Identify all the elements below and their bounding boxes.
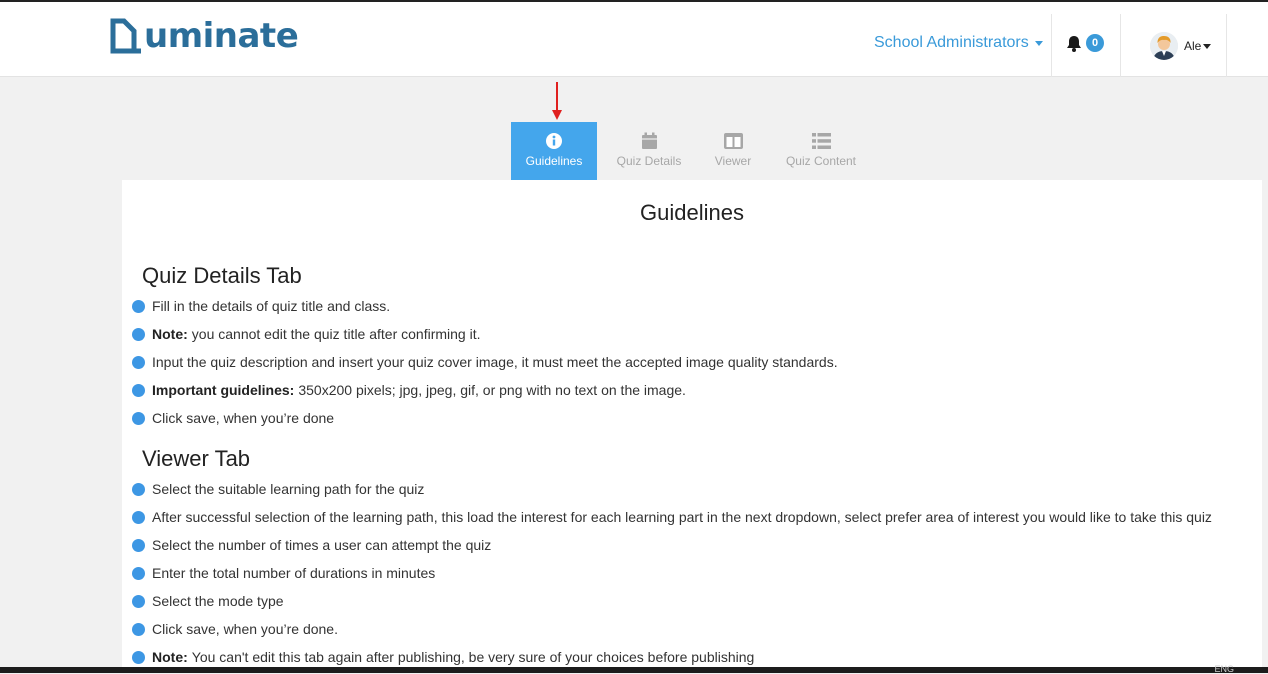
bullet-dot (132, 538, 145, 552)
tab-quiz-details[interactable]: Quiz Details (597, 122, 701, 180)
list-item: Click save, when you’re done (132, 404, 838, 432)
list-item-text: Select the number of times a user can at… (152, 537, 492, 553)
list-item: Important guidelines: 350x200 pixels; jpg… (132, 376, 838, 404)
role-dropdown-label: School Administrators (874, 34, 1029, 51)
user-menu[interactable]: Ale (1150, 32, 1212, 60)
list-item-text: 350x200 pixels; jpg, jpeg, gif, or png w… (298, 382, 686, 398)
list-item-text: you cannot edit the quiz title after con… (191, 326, 481, 342)
red-arrow-annotation (552, 82, 562, 120)
notifications-button[interactable]: 0 (1066, 34, 1104, 52)
list-item-text: Select the mode type (152, 593, 284, 609)
tab-guidelines[interactable]: Guidelines (511, 122, 597, 180)
list-item: Select the suitable learning path for th… (132, 475, 1212, 503)
list-item-emphasis: Note: (152, 326, 188, 342)
tab-label: Quiz Content (785, 154, 857, 168)
bullet-dot (132, 482, 145, 496)
list-item: Select the number of times a user can at… (132, 531, 1212, 559)
list-item: Enter the total number of durations in m… (132, 559, 1212, 587)
section-title-quiz-details: Quiz Details Tab (142, 263, 302, 288)
list-item-text: Fill in the details of quiz title and cl… (152, 298, 391, 314)
tab-viewer[interactable]: Viewer (701, 122, 765, 180)
viewer-list: Select the suitable learning path for th… (132, 475, 1212, 671)
navbar-divider (1051, 14, 1052, 77)
avatar (1150, 32, 1178, 60)
tab-quiz-content[interactable]: Quiz Content (765, 122, 877, 180)
bullet-dot (132, 510, 145, 524)
section-title-viewer: Viewer Tab (142, 446, 251, 471)
list-item-text: Click save, when you’re done. (152, 621, 338, 637)
navbar-divider (1226, 14, 1227, 77)
top-navbar: uminate School Administrators 0 Ale (0, 2, 1268, 77)
list-item-text: After successful selection of the learni… (152, 509, 1212, 525)
list-item: Note: you cannot edit the quiz title afte… (132, 320, 838, 348)
list-item: Input the quiz description and insert yo… (132, 348, 838, 376)
user-name: Ale (1184, 39, 1202, 53)
list-item-text: Select the suitable learning path for th… (152, 481, 425, 497)
os-taskbar: ENG (0, 664, 1268, 674)
bullet-dot (132, 299, 145, 313)
bullet-dot (132, 650, 145, 664)
bell-icon (1067, 35, 1081, 52)
list-item-text: Input the quiz description and insert yo… (152, 354, 838, 370)
list-item: Click save, when you’re done. (132, 615, 1212, 643)
chevron-down-icon (1203, 43, 1212, 49)
bullet-dot (132, 327, 145, 341)
list-item-emphasis: Note: (152, 649, 188, 665)
list-item-text: Click save, when you’re done (152, 410, 335, 426)
chevron-down-icon (1034, 40, 1043, 46)
page-title: Guidelines (640, 200, 744, 225)
user-avatar-icon (1150, 32, 1178, 60)
columns-icon (723, 132, 743, 150)
notification-count-badge: 0 (1086, 34, 1104, 52)
tab-label: Quiz Details (616, 154, 682, 168)
quiz-tabs: Guidelines Quiz Details Viewer Quiz Cont… (511, 122, 877, 180)
tab-label: Guidelines (525, 154, 583, 168)
tab-label: Viewer (714, 154, 752, 168)
bullet-dot (132, 355, 145, 369)
bullet-dot (132, 383, 145, 397)
logo-text: uminate (144, 16, 299, 56)
bullet-dot (132, 594, 145, 608)
logo-mark-icon (110, 18, 141, 54)
navbar-divider (1120, 14, 1121, 77)
list-item: Fill in the details of quiz title and cl… (132, 292, 838, 320)
calendar-icon (641, 132, 658, 150)
list-icon (811, 132, 831, 150)
list-item-text: You can't edit this tab again after publ… (191, 649, 755, 665)
list-item-emphasis: Important guidelines: (152, 382, 295, 398)
quiz-details-list: Fill in the details of quiz title and cl… (132, 292, 838, 432)
info-circle-icon (545, 132, 563, 150)
bullet-dot (132, 622, 145, 636)
bullet-dot (132, 411, 145, 425)
list-item: Select the mode type (132, 587, 1212, 615)
bullet-dot (132, 566, 145, 580)
luminate-logo[interactable]: uminate (110, 16, 299, 56)
role-dropdown[interactable]: School Administrators (874, 34, 1043, 52)
list-item: After successful selection of the learni… (132, 503, 1212, 531)
list-item-text: Enter the total number of durations in m… (152, 565, 436, 581)
guidelines-panel: Guidelines Quiz Details Tab Fill in the … (122, 180, 1262, 673)
